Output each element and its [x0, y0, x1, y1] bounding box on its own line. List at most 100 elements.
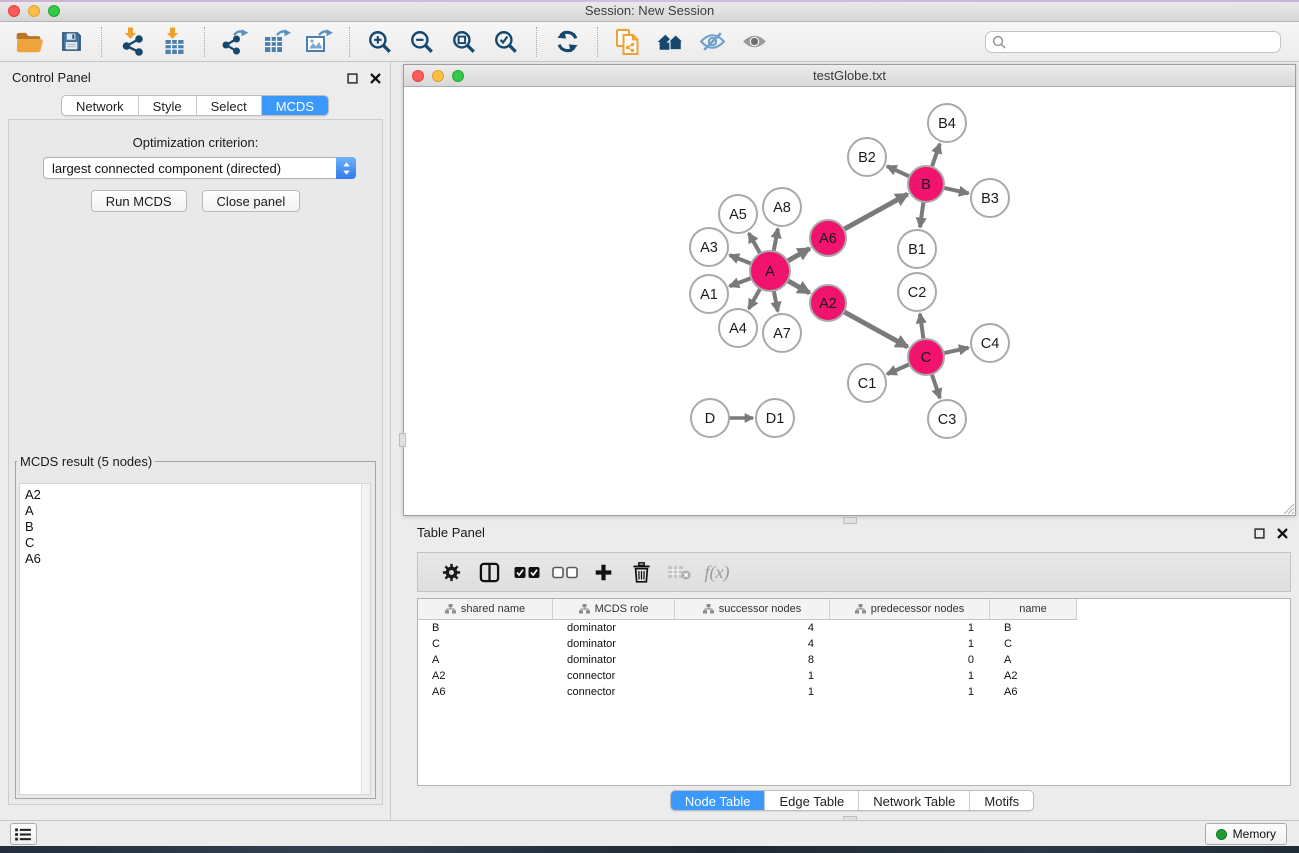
column-header-successor-nodes[interactable]: successor nodes	[675, 599, 830, 620]
graph-node-C[interactable]: C	[908, 339, 944, 375]
add-column-button[interactable]	[584, 555, 622, 589]
save-session-button[interactable]	[50, 24, 92, 60]
graph-node-A7[interactable]: A7	[763, 314, 801, 352]
import-network-button[interactable]	[111, 24, 153, 60]
float-panel-button[interactable]	[345, 71, 359, 85]
graph-node-A3[interactable]: A3	[690, 228, 728, 266]
control-panel: Control Panel NetworkStyleSelectMCDS Opt…	[0, 62, 391, 820]
tab-style[interactable]: Style	[139, 96, 197, 115]
table-row-A[interactable]: Adominator80A	[418, 652, 1290, 668]
svg-text:A7: A7	[773, 326, 791, 342]
graph-node-B4[interactable]: B4	[928, 104, 966, 142]
tab-network[interactable]: Network	[62, 96, 139, 115]
open-file-button[interactable]	[8, 24, 50, 60]
graph-edge-B-B3[interactable]	[941, 187, 969, 193]
hierarchy-icon	[445, 604, 456, 614]
run-mcds-button[interactable]: Run MCDS	[91, 190, 187, 212]
table-row-A6[interactable]: A6connector11A6	[418, 684, 1290, 700]
select-all-rows-button[interactable]	[508, 555, 546, 589]
graph-edge-C-C2[interactable]	[920, 314, 924, 342]
graph-edge-A2-C[interactable]	[841, 310, 908, 347]
tab-node-table[interactable]: Node Table	[671, 791, 766, 811]
table-row-B[interactable]: Bdominator41B	[418, 620, 1290, 636]
graph-node-C3[interactable]: C3	[928, 400, 966, 438]
main-toolbar	[0, 22, 1299, 62]
graph-edge-C-C3[interactable]	[931, 371, 940, 398]
import-table-button[interactable]	[153, 24, 195, 60]
function-builder-button[interactable]: f(x)	[698, 555, 736, 589]
mcds-result-item: A	[25, 503, 361, 519]
graph-node-B2[interactable]: B2	[848, 138, 886, 176]
search-input[interactable]	[1010, 34, 1274, 49]
delete-table-button[interactable]	[660, 555, 698, 589]
graph-edge-B-B4[interactable]	[931, 144, 940, 170]
tab-select[interactable]: Select	[197, 96, 262, 115]
memory-button[interactable]: Memory	[1205, 823, 1287, 845]
refresh-icon	[555, 29, 580, 54]
delete-column-button[interactable]	[622, 555, 660, 589]
graph-node-D1[interactable]: D1	[756, 399, 794, 437]
svg-text:B2: B2	[858, 150, 876, 166]
zoom-out-button[interactable]	[401, 24, 443, 60]
graph-node-C2[interactable]: C2	[898, 273, 936, 311]
tab-edge-table[interactable]: Edge Table	[765, 791, 859, 811]
graph-node-A2[interactable]: A2	[810, 285, 846, 321]
svg-text:B: B	[921, 177, 931, 193]
new-network-from-selection-button[interactable]	[607, 24, 649, 60]
graph-edge-A-A2[interactable]	[785, 279, 810, 293]
graph-edge-A-A6[interactable]	[785, 248, 810, 262]
zoom-selected-button[interactable]	[485, 24, 527, 60]
graph-node-B1[interactable]: B1	[898, 230, 936, 268]
graph-node-A[interactable]: A	[750, 251, 790, 291]
column-header-shared-name[interactable]: shared name	[418, 599, 553, 620]
close-panel-x-button[interactable]	[368, 71, 382, 85]
float-table-panel-button[interactable]	[1252, 526, 1266, 540]
float-icon	[1254, 528, 1265, 539]
close-table-panel-button[interactable]	[1275, 526, 1289, 540]
graph-node-B3[interactable]: B3	[971, 179, 1009, 217]
tab-motifs[interactable]: Motifs	[970, 791, 1033, 811]
graph-edge-C-C4[interactable]	[941, 348, 969, 354]
export-image-button[interactable]	[298, 24, 340, 60]
tab-network-table[interactable]: Network Table	[859, 791, 970, 811]
graph-node-A6[interactable]: A6	[810, 220, 846, 256]
tab-mcds[interactable]: MCDS	[262, 96, 328, 115]
graph-edge-B-B1[interactable]	[920, 199, 924, 227]
deselect-all-rows-button[interactable]	[546, 555, 584, 589]
graph-edge-B-B2[interactable]	[887, 166, 912, 178]
table-row-C[interactable]: Cdominator41C	[418, 636, 1290, 652]
column-header-predecessor-nodes[interactable]: predecessor nodes	[830, 599, 990, 620]
export-table-button[interactable]	[256, 24, 298, 60]
scrollbar-track[interactable]	[361, 484, 370, 794]
column-header-mcds-role[interactable]: MCDS role	[553, 599, 675, 620]
show-column-button[interactable]	[470, 555, 508, 589]
zoom-in-button[interactable]	[359, 24, 401, 60]
graph-node-A8[interactable]: A8	[763, 188, 801, 226]
graph-node-B[interactable]: B	[908, 166, 944, 202]
graph-edge-C-C1[interactable]	[887, 363, 912, 374]
show-all-button[interactable]	[733, 24, 775, 60]
close-panel-button[interactable]: Close panel	[202, 190, 301, 212]
show-panels-button[interactable]	[10, 823, 37, 845]
apply-layout-button[interactable]	[546, 24, 588, 60]
graph-node-D[interactable]: D	[691, 399, 729, 437]
graph-node-A4[interactable]: A4	[719, 309, 757, 347]
table-cell: 8	[675, 654, 830, 666]
graph-node-C1[interactable]: C1	[848, 364, 886, 402]
graph-node-A5[interactable]: A5	[719, 195, 757, 233]
graph-edge-A6-B[interactable]	[841, 194, 908, 231]
table-settings-button[interactable]	[432, 555, 470, 589]
graph-node-C4[interactable]: C4	[971, 324, 1009, 362]
optimization-criterion-select[interactable]: largest connected component (directed)	[43, 157, 356, 179]
first-neighbors-button[interactable]	[649, 24, 691, 60]
fit-content-button[interactable]	[443, 24, 485, 60]
resize-grip[interactable]	[1281, 501, 1294, 514]
column-header-name[interactable]: name	[990, 599, 1077, 620]
hide-selected-button[interactable]	[691, 24, 733, 60]
graph-node-A1[interactable]: A1	[690, 275, 728, 313]
export-network-button[interactable]	[214, 24, 256, 60]
table-row-A2[interactable]: A2connector11A2	[418, 668, 1290, 684]
columns-icon	[479, 562, 500, 583]
splitpane-handle-vertical[interactable]	[399, 433, 406, 447]
network-canvas[interactable]: A A1 A2 A3 A4 A5 A6 A7 A8 B B1 B2 B3B4 C C1 C2 C3C4 D D1	[404, 88, 1295, 515]
